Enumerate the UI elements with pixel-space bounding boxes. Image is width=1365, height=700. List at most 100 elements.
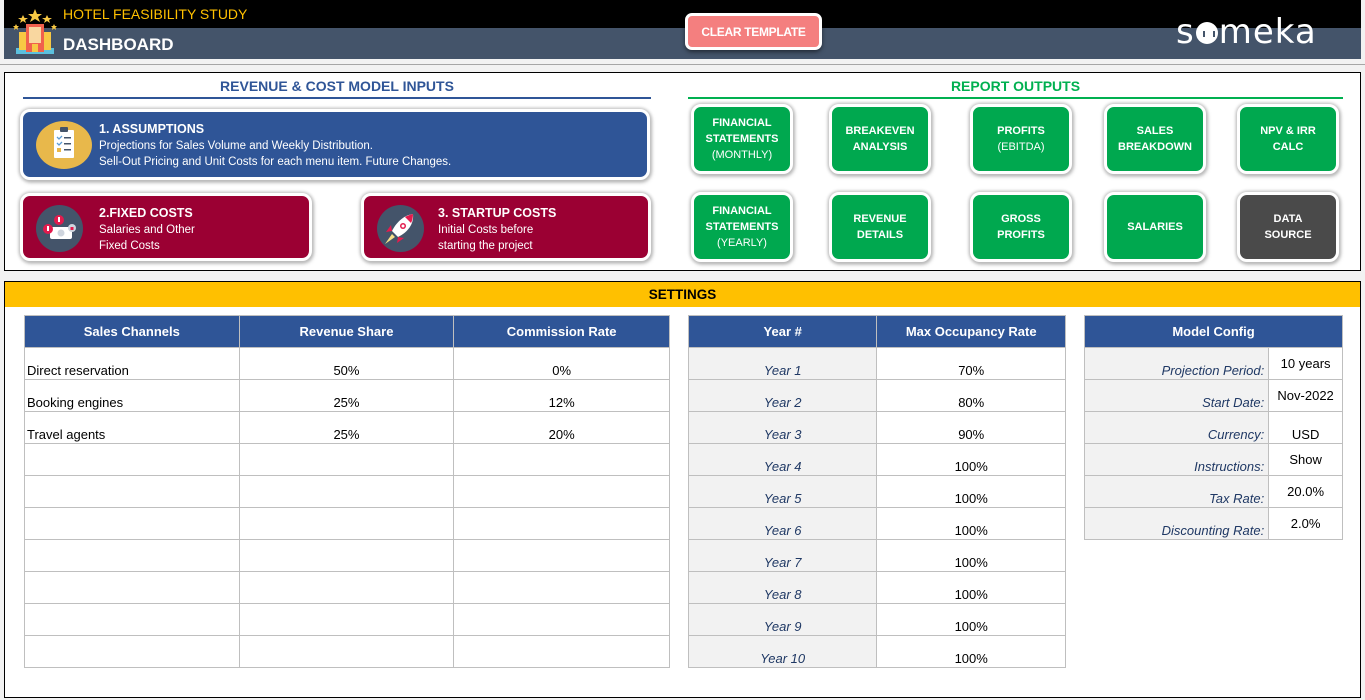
revenue-share-cell[interactable]: 50%: [238, 347, 455, 380]
commission-rate-cell[interactable]: [453, 571, 670, 604]
commission-rate-cell[interactable]: [453, 507, 670, 540]
occupancy-rate-cell[interactable]: 100%: [876, 603, 1066, 636]
table-row: Booking engines 25% 12%: [24, 379, 670, 412]
config-label-cell: Projection Period:: [1083, 347, 1270, 380]
revenue-share-cell[interactable]: [238, 443, 455, 476]
npv-irr-calc-button[interactable]: NPV & IRR CALC: [1237, 104, 1339, 174]
brand-text-end: meka: [1218, 12, 1317, 52]
revenue-share-cell[interactable]: [238, 571, 455, 604]
table-row: Year 1 70%: [687, 347, 1066, 380]
occupancy-rate-cell[interactable]: 80%: [876, 379, 1066, 412]
year-label-cell: Year 9: [687, 603, 878, 636]
button-label: ANALYSIS: [852, 141, 908, 153]
financial-statements-monthly-button[interactable]: FINANCIAL STATEMENTS (MONTHLY): [691, 104, 793, 174]
revenue-share-cell[interactable]: [238, 603, 455, 636]
table-row: [24, 443, 670, 476]
assumptions-button[interactable]: 1. ASSUMPTIONS Projections for Sales Vol…: [20, 109, 650, 180]
revenue-share-cell[interactable]: [238, 539, 455, 572]
fixed-costs-button[interactable]: 2.FIXED COSTS Salaries and Other Fixed C…: [20, 193, 312, 261]
clear-template-button[interactable]: CLEAR TEMPLATE: [685, 13, 822, 50]
config-value-cell[interactable]: 2.0%: [1268, 507, 1343, 540]
channel-name-cell[interactable]: [24, 635, 240, 668]
inputs-divider: [23, 97, 651, 99]
year-label-cell: Year 10: [687, 635, 878, 668]
channel-name-cell[interactable]: [24, 475, 240, 508]
commission-rate-cell[interactable]: [453, 443, 670, 476]
occupancy-rate-cell[interactable]: 100%: [876, 571, 1066, 604]
button-label: REVENUE: [853, 213, 907, 225]
button-label: STATEMENTS: [705, 133, 779, 145]
revenue-share-cell[interactable]: 25%: [238, 379, 455, 412]
channel-name-cell[interactable]: [24, 443, 240, 476]
channel-name-cell[interactable]: Travel agents: [24, 411, 240, 444]
rocket-icon: [377, 205, 424, 252]
occupancy-rate-cell[interactable]: 100%: [876, 443, 1066, 476]
button-sublabel: (EBITDA): [997, 141, 1045, 153]
year-label-cell: Year 5: [687, 475, 878, 508]
revenue-share-cell[interactable]: [238, 635, 455, 668]
gross-profits-button[interactable]: GROSS PROFITS: [970, 192, 1072, 262]
revenue-share-cell[interactable]: [238, 507, 455, 540]
model-config-header: Model Config: [1084, 315, 1343, 348]
occupancy-rate-cell[interactable]: 70%: [876, 347, 1066, 380]
commission-rate-cell[interactable]: [453, 539, 670, 572]
channel-name-cell[interactable]: [24, 539, 240, 572]
model-config-table: Model Config Projection Period: 10 years S…: [1083, 315, 1343, 540]
occupancy-rate-cell[interactable]: 100%: [876, 539, 1066, 572]
config-value-cell[interactable]: Show: [1268, 443, 1343, 476]
config-value-cell[interactable]: Nov-2022: [1268, 379, 1343, 412]
revenue-details-button[interactable]: REVENUE DETAILS: [829, 192, 931, 262]
config-value-cell[interactable]: 20.0%: [1268, 475, 1343, 508]
channel-name-cell[interactable]: [24, 571, 240, 604]
channel-name-cell[interactable]: [24, 507, 240, 540]
occupancy-rate-cell[interactable]: 90%: [876, 411, 1066, 444]
occupancy-rate-cell[interactable]: 100%: [876, 507, 1066, 540]
year-label-cell: Year 8: [687, 571, 878, 604]
button-label: PROFITS: [997, 125, 1045, 137]
occupancy-rate-cell[interactable]: 100%: [876, 635, 1066, 668]
table-row: Year 7 100%: [687, 539, 1066, 572]
startup-costs-button[interactable]: 3. STARTUP COSTS Initial Costs before st…: [361, 193, 651, 261]
config-value-cell[interactable]: USD: [1268, 411, 1343, 444]
financial-statements-yearly-button[interactable]: FINANCIAL STATEMENTS (YEARLY): [691, 192, 793, 262]
commission-rate-cell[interactable]: 20%: [453, 411, 670, 444]
commission-rate-cell[interactable]: 12%: [453, 379, 670, 412]
revenue-share-cell[interactable]: 25%: [238, 411, 455, 444]
assumptions-description-line: Projections for Sales Volume and Weekly …: [99, 140, 374, 152]
settings-panel: Sales Channels Revenue Share Commission …: [4, 307, 1361, 698]
startup-costs-description-line: Initial Costs before: [438, 224, 534, 236]
config-label-cell: Discounting Rate:: [1083, 507, 1270, 540]
commission-rate-cell[interactable]: [453, 603, 670, 636]
button-label: NPV & IRR: [1260, 125, 1316, 137]
sales-breakdown-button[interactable]: SALES BREAKDOWN: [1104, 104, 1206, 174]
commission-rate-cell[interactable]: [453, 635, 670, 668]
channel-name-cell[interactable]: Booking engines: [24, 379, 240, 412]
assumptions-description: Projections for Sales Volume and Weekly …: [99, 138, 451, 170]
profits-ebitda-button[interactable]: PROFITS (EBITDA): [970, 104, 1072, 174]
salaries-button[interactable]: SALARIES: [1104, 192, 1206, 262]
commission-rate-cell[interactable]: 0%: [453, 347, 670, 380]
table-row: [24, 539, 670, 572]
table-row: Year 5 100%: [687, 475, 1066, 508]
fixed-costs-title: 2.FIXED COSTS: [99, 206, 193, 220]
year-label-cell: Year 7: [687, 539, 878, 572]
channel-name-cell[interactable]: Direct reservation: [24, 347, 240, 380]
channel-name-cell[interactable]: [24, 603, 240, 636]
commission-rate-cell[interactable]: [453, 475, 670, 508]
brand-text-start: s: [1176, 12, 1195, 52]
revenue-share-cell[interactable]: [238, 475, 455, 508]
sales-channels-table: Sales Channels Revenue Share Commission …: [24, 315, 670, 668]
config-value-cell[interactable]: 10 years: [1268, 347, 1343, 380]
fixed-costs-description: Salaries and Other Fixed Costs: [99, 222, 195, 254]
someka-logo[interactable]: s meka: [1176, 12, 1317, 52]
button-label: DATA: [1273, 213, 1303, 225]
button-label: SALARIES: [1127, 221, 1183, 233]
fixed-costs-description-line: Salaries and Other: [99, 224, 195, 236]
data-source-button[interactable]: DATA SOURCE: [1237, 192, 1339, 262]
year-label-cell: Year 3: [687, 411, 878, 444]
breakeven-analysis-button[interactable]: BREAKEVEN ANALYSIS: [829, 104, 931, 174]
occupancy-rate-cell[interactable]: 100%: [876, 475, 1066, 508]
config-label-cell: Instructions:: [1083, 443, 1270, 476]
startup-costs-title: 3. STARTUP COSTS: [438, 206, 557, 220]
button-label: STATEMENTS: [705, 221, 779, 233]
